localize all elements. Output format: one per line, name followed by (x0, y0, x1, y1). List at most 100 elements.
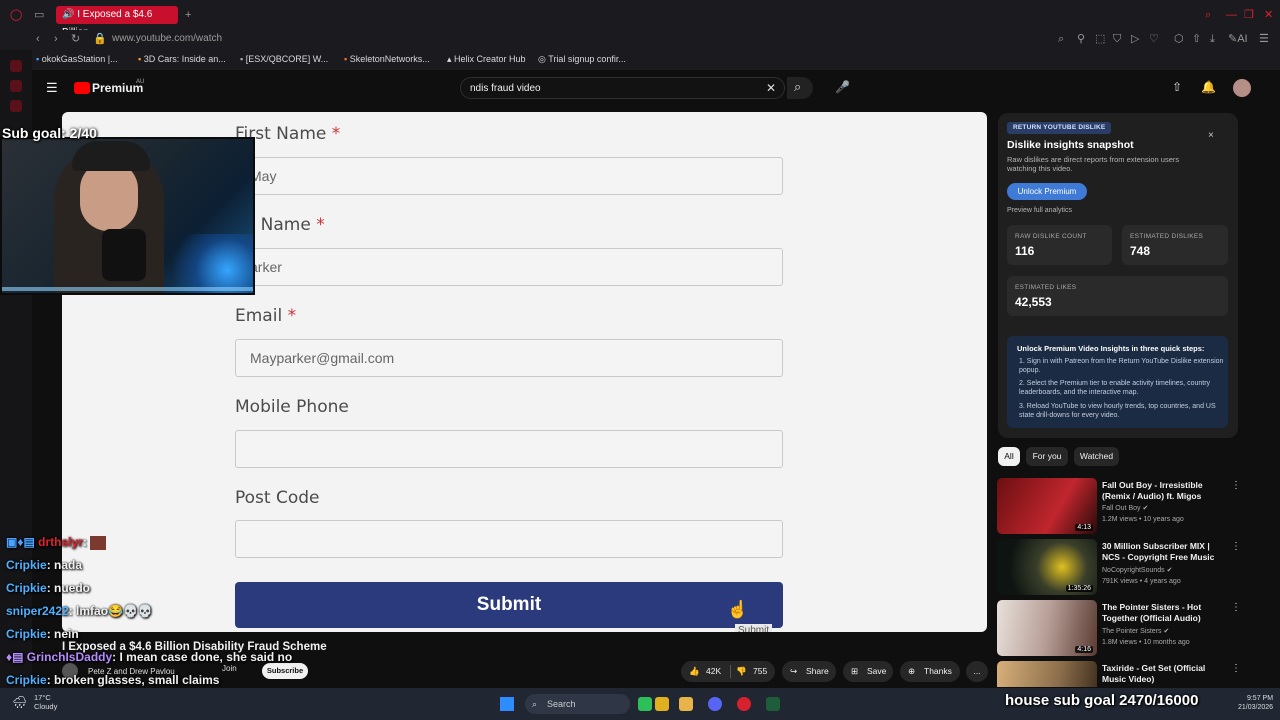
ai-icon[interactable]: ✎AI (1228, 33, 1248, 45)
heart-icon[interactable]: ♡ (1149, 33, 1159, 45)
recommendation-item[interactable]: 1:35:26 30 Million Subscriber MIX | NCS … (997, 539, 1241, 597)
notifications-icon[interactable]: 🔔 (1201, 81, 1216, 93)
video-thumbnail[interactable]: 4:13 (997, 478, 1097, 534)
more-options-icon[interactable]: ⋮ (1231, 480, 1241, 491)
opera-taskbar-icon[interactable] (737, 697, 751, 711)
upload-icon[interactable]: ⇧ (1172, 81, 1182, 93)
maximize-icon[interactable]: ❐ (1244, 9, 1254, 21)
rd-badge: RETURN YOUTUBE DISLIKE (1007, 122, 1112, 134)
clear-search-icon[interactable]: ✕ (766, 82, 776, 94)
channel-name[interactable]: NoCopyrightSounds ✔ (1102, 566, 1172, 574)
sidebar-app-icon[interactable] (10, 60, 22, 72)
browser-tab-bar: ◯ ▭ 🔊 I Exposed a $4.6 Billion + ⌕ — ❐ ✕ (0, 0, 1280, 38)
extensions-icon[interactable]: ⬡ (1174, 33, 1184, 45)
video-title[interactable]: Taxiride - Get Set (Official Music Video… (1102, 663, 1227, 685)
mobile-phone-label: Mobile Phone (235, 397, 349, 417)
chip-watched[interactable]: Watched (1074, 447, 1119, 466)
last-name-field[interactable]: arker (235, 248, 783, 286)
email-field[interactable]: Mayparker@gmail.com (235, 339, 783, 377)
recommendation-item[interactable]: 4:13 Fall Out Boy - Irresistible (Remix … (997, 478, 1241, 536)
new-tab-icon[interactable]: + (185, 9, 191, 21)
opera-logo-icon[interactable]: ◯ (10, 9, 22, 21)
share-button[interactable]: ↪ Share (782, 661, 836, 682)
bookmark-item[interactable]: ▪ SkeletonNetworks... (344, 54, 430, 64)
mobile-phone-field[interactable] (235, 430, 783, 468)
like-icon[interactable]: 👍 (689, 661, 700, 682)
video-title[interactable]: Fall Out Boy - Irresistible (Remix / Aud… (1102, 480, 1227, 502)
search-icon[interactable]: ⌕ (794, 80, 801, 93)
bookmark-item[interactable]: ▪ [ESX/QBCORE] W... (240, 54, 328, 64)
search-input[interactable]: ndis fraud video (460, 77, 785, 99)
chip-all[interactable]: All (998, 447, 1020, 466)
file-explorer-icon[interactable] (679, 697, 693, 711)
dislike-icon[interactable]: 👎 (736, 661, 747, 682)
search-icon[interactable]: ⌕ (1205, 9, 1211, 21)
chip-for-you[interactable]: For you (1026, 447, 1068, 466)
bookmark-item[interactable]: ▴ Helix Creator Hub (447, 54, 526, 65)
forward-icon[interactable]: › (54, 33, 58, 45)
more-options-icon[interactable]: ⋮ (1231, 602, 1241, 613)
video-thumbnail[interactable]: 1:35:26 (997, 539, 1097, 595)
snapshot-icon[interactable]: ⬚ (1095, 33, 1105, 45)
windows-start-icon[interactable] (500, 697, 514, 711)
share-browser-icon[interactable]: ⇧ (1192, 33, 1201, 45)
app-icon[interactable] (638, 697, 652, 711)
screen: ◯ ▭ 🔊 I Exposed a $4.6 Billion + ⌕ — ❐ ✕… (0, 0, 1280, 720)
video-title[interactable]: The Pointer Sisters - Hot Together (Offi… (1102, 602, 1227, 624)
youtube-logo-icon[interactable] (74, 82, 90, 94)
weather-icon[interactable]: 🌧 (12, 695, 27, 709)
channel-name[interactable]: Fall Out Boy ✔ (1102, 504, 1148, 512)
avatar[interactable] (1233, 79, 1251, 97)
player-icon[interactable]: ▷ (1131, 33, 1139, 45)
video-thumbnail[interactable]: 4:16 (997, 600, 1097, 656)
unlock-premium-button[interactable]: Unlock Premium (1007, 183, 1087, 200)
video-thumbnail[interactable] (997, 661, 1097, 687)
terminal-icon[interactable] (766, 697, 780, 711)
menu-icon[interactable]: ☰ (1259, 33, 1269, 45)
url-text[interactable]: www.youtube.com/watch (112, 33, 222, 44)
sidebar-app-icon[interactable] (10, 80, 22, 92)
weather-widget[interactable]: 17°C Cloudy (34, 693, 57, 711)
back-icon[interactable]: ‹ (36, 33, 40, 45)
taskbar-search[interactable]: ⌕ Search (525, 694, 630, 714)
weather-condition: Cloudy (34, 702, 58, 711)
bookmark-item[interactable]: ◎ Trial signup confir... (538, 54, 626, 65)
submit-button[interactable]: Submit (235, 582, 783, 628)
thanks-button[interactable]: ⊕ Thanks (900, 661, 960, 682)
video-duration: 4:16 (1075, 646, 1093, 653)
tab-grid-icon[interactable]: ▭ (34, 9, 44, 21)
save-button[interactable]: ⊞ Save (843, 661, 893, 682)
pin-icon[interactable]: ⚲ (1077, 33, 1085, 45)
tab-active[interactable]: 🔊 I Exposed a $4.6 Billion (56, 6, 178, 38)
reload-icon[interactable]: ↻ (71, 33, 80, 45)
close-window-icon[interactable]: ✕ (1264, 9, 1273, 21)
download-icon[interactable]: ⤓ (1210, 33, 1215, 45)
bookmark-item[interactable]: ▪ 3D Cars: Inside an... (138, 54, 226, 64)
hamburger-menu-icon[interactable]: ☰ (46, 81, 58, 94)
zoom-icon[interactable]: ⌕ (1058, 33, 1064, 45)
join-button[interactable]: Join (222, 664, 237, 673)
recommendation-item[interactable]: Taxiride - Get Set (Official Music Video… (997, 661, 1240, 687)
post-code-field[interactable] (235, 520, 783, 558)
dislike-count[interactable]: 755 (753, 661, 767, 682)
taskbar-clock[interactable]: 9:57 PM 21/03/2026 (1238, 694, 1273, 712)
recommendation-item[interactable]: 4:16 The Pointer Sisters - Hot Together … (997, 600, 1241, 658)
close-icon[interactable]: × (1208, 130, 1214, 141)
bookmark-item[interactable]: ▪ okokGasStation |... (36, 54, 118, 64)
more-actions-button[interactable]: ... (966, 661, 988, 682)
channel-name[interactable]: The Pointer Sisters ✔ (1102, 627, 1169, 635)
more-options-icon[interactable]: ⋮ (1231, 541, 1241, 552)
sub-goal-overlay: Sub goal: 2/40 (2, 125, 97, 141)
video-title[interactable]: 30 Million Subscriber MIX | NCS - Copyri… (1102, 541, 1227, 563)
more-options-icon[interactable]: ⋮ (1231, 663, 1240, 674)
sidebar-app-icon[interactable] (10, 100, 22, 112)
discord-icon[interactable] (708, 697, 722, 711)
bookmarks-bar: ▪ okokGasStation |... ▪ 3D Cars: Inside … (0, 50, 1280, 70)
microphone-icon[interactable]: 🎤 (835, 81, 850, 93)
minimize-icon[interactable]: — (1226, 9, 1237, 21)
subscribe-button[interactable]: Subscribe (262, 663, 308, 679)
like-count[interactable]: 42K (706, 661, 721, 682)
app-icon[interactable] (655, 697, 669, 711)
adblock-icon[interactable]: ⛉ (1113, 33, 1121, 45)
first-name-field[interactable]: May (235, 157, 783, 195)
